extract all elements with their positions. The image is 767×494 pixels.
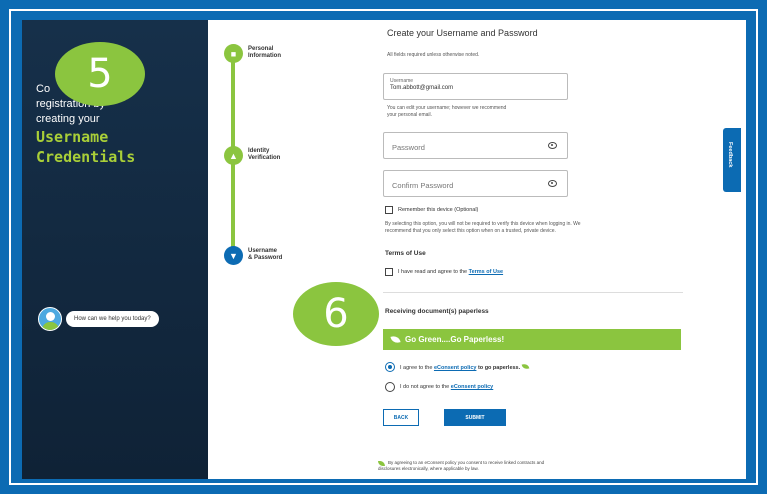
- left-highlight-1: Username: [36, 128, 109, 146]
- small-leaf-icon: [521, 363, 530, 370]
- remember-help-2: recommend that you only select this opti…: [385, 228, 556, 234]
- banner-text: Go Green....Go Paperless!: [405, 335, 505, 344]
- chat-avatar-icon[interactable]: [38, 307, 62, 331]
- agree-econsent-radio[interactable]: [385, 362, 395, 372]
- show-password-eye-icon[interactable]: [548, 142, 557, 149]
- username-help-1: You can edit your username; however we r…: [387, 105, 507, 111]
- step-3-icon: ▼: [224, 246, 243, 265]
- callout-6: 6: [293, 282, 379, 346]
- form-title: Create your Username and Password: [387, 28, 538, 38]
- left-highlight-2: Credentials: [36, 148, 136, 166]
- step-1-icon: ■: [224, 44, 243, 63]
- username-field[interactable]: Username Tom.abbott@gmail.com: [383, 73, 568, 100]
- disagree-econsent-radio[interactable]: [385, 382, 395, 392]
- section-divider: [383, 292, 683, 293]
- required-note: All fields required unless otherwise not…: [387, 52, 480, 58]
- callout-5: 5: [55, 42, 145, 106]
- step-2-label: Identity Verification: [248, 148, 281, 161]
- remember-device-checkbox[interactable]: [385, 206, 393, 214]
- feedback-tab[interactable]: Feedback: [723, 128, 741, 192]
- remember-help-1: By selecting this option, you will not b…: [385, 221, 581, 227]
- show-confirm-password-eye-icon[interactable]: [548, 180, 557, 187]
- submit-button[interactable]: SUBMIT: [444, 409, 506, 426]
- left-line-3: creating your: [36, 113, 100, 125]
- agree-econsent-link[interactable]: eConsent policy: [434, 365, 476, 371]
- password-placeholder: Password: [392, 143, 425, 152]
- paperless-heading: Receiving document(s) paperless: [385, 308, 489, 315]
- leaf-icon: [390, 335, 401, 344]
- confirm-password-placeholder: Confirm Password: [392, 181, 454, 190]
- go-green-banner: Go Green....Go Paperless!: [383, 329, 681, 350]
- disagree-econsent-label: I do not agree to the eConsent policy: [400, 384, 494, 390]
- step-3-label: Username & Password: [248, 248, 283, 261]
- terms-label: I have read and agree to the Terms of Us…: [398, 269, 504, 275]
- agree-econsent-label: I agree to the eConsent policy to go pap…: [400, 363, 534, 371]
- remember-device-label: Remember this device (Optional): [398, 207, 479, 213]
- step-2-icon: ▲: [224, 146, 243, 165]
- password-field[interactable]: Password: [383, 132, 568, 159]
- back-button[interactable]: BACK: [383, 409, 419, 426]
- terms-link[interactable]: Terms of Use: [469, 269, 503, 275]
- username-label: Username: [390, 78, 414, 84]
- username-value[interactable]: Tom.abbott@gmail.com: [390, 85, 453, 91]
- confirm-password-field[interactable]: Confirm Password: [383, 170, 568, 197]
- feedback-label[interactable]: Feedback: [727, 142, 733, 167]
- chat-prompt[interactable]: How can we help you today?: [66, 311, 159, 327]
- username-help-2: your personal email.: [387, 112, 433, 118]
- disagree-econsent-link[interactable]: eConsent policy: [451, 384, 493, 390]
- terms-checkbox[interactable]: [385, 268, 393, 276]
- footer-note: By agreeing to an eConsent policy you co…: [378, 460, 545, 471]
- terms-heading: Terms of Use: [385, 250, 426, 257]
- chat-widget[interactable]: How can we help you today?: [38, 306, 159, 332]
- step-1-label: Personal Information: [248, 46, 281, 59]
